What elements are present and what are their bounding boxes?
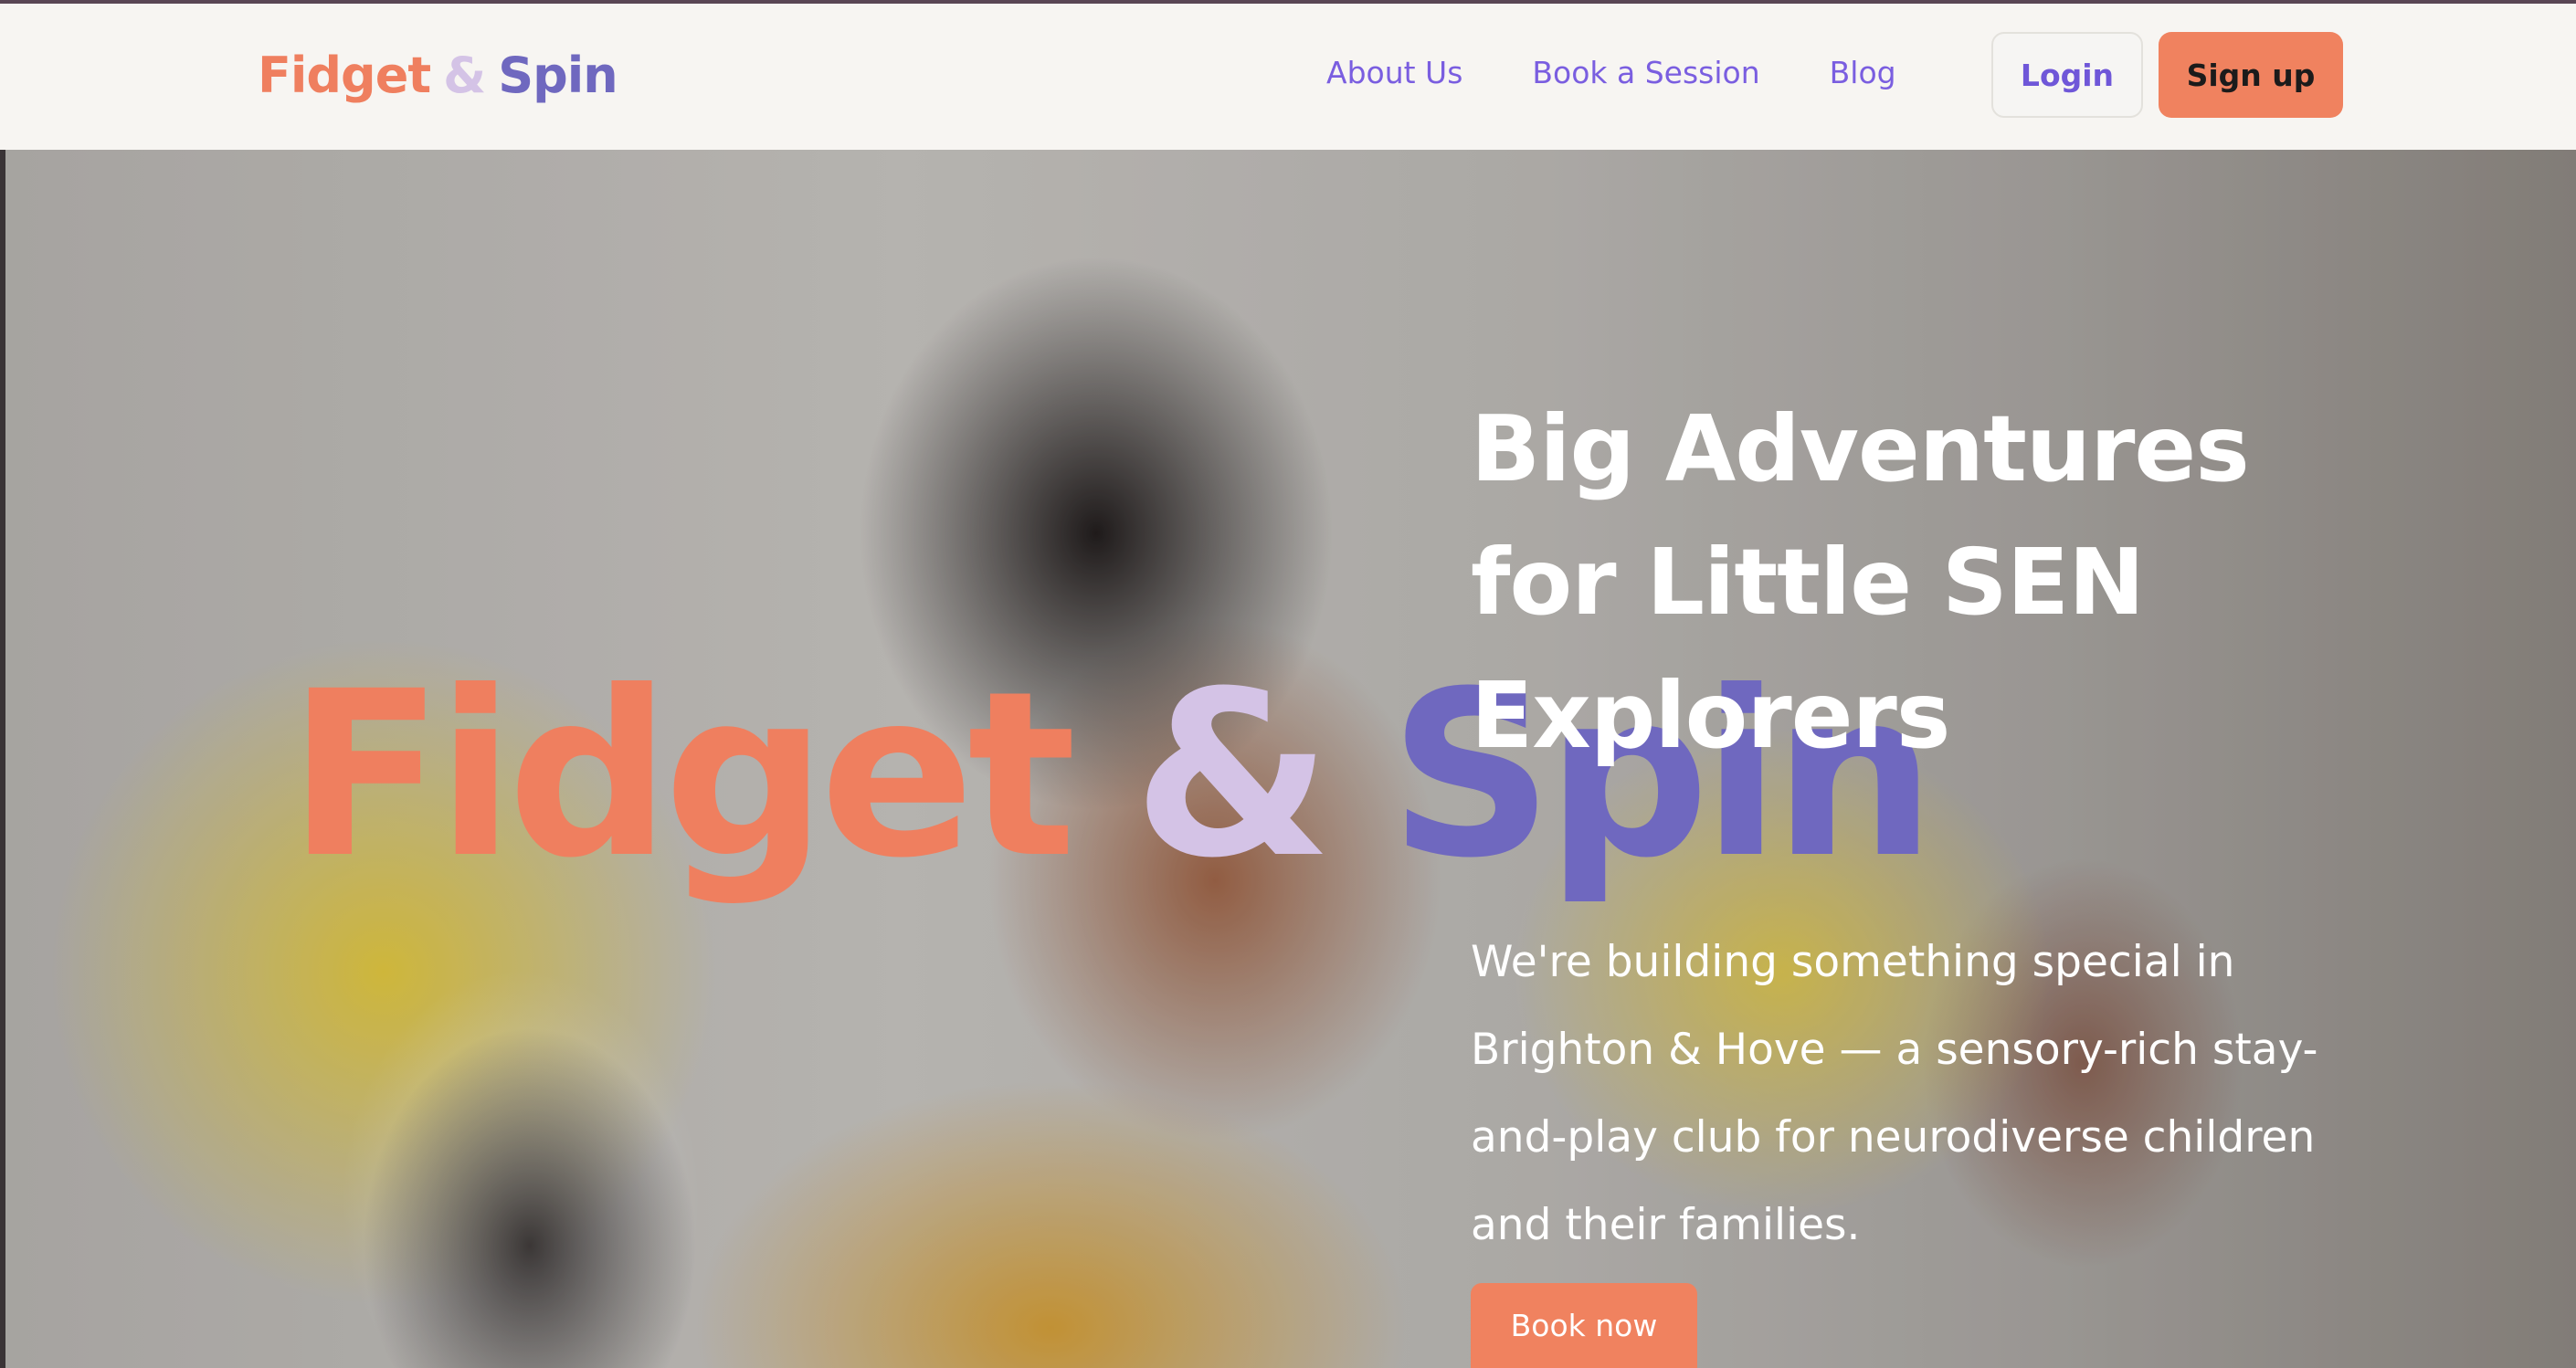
primary-nav: About Us Book a Session Blog [1326, 55, 1896, 90]
nav-link-blog[interactable]: Blog [1830, 55, 1896, 90]
signup-button[interactable]: Sign up [2159, 32, 2343, 118]
hero-section: Fidget & Spin Big Adventures for Little … [0, 150, 2576, 1368]
hero-logo-fidget: Fidget [288, 642, 1076, 908]
book-now-button[interactable]: Book now [1471, 1283, 1697, 1368]
hero-subtext: We're building something special in Brig… [1471, 937, 2318, 1250]
login-button[interactable]: Login [1991, 32, 2143, 118]
hero-logo-ampersand: & [1133, 642, 1332, 908]
hero-headline: Big Adventures for Little SEN Explorers [1471, 395, 2250, 769]
hero-left-edge [0, 150, 5, 1368]
logo-word-fidget: Fidget [258, 46, 431, 104]
site-logo[interactable]: Fidget & Spin [258, 38, 618, 111]
navbar: Fidget & Spin About Us Book a Session Bl… [0, 4, 2576, 150]
logo-word-spin: Spin [498, 46, 618, 104]
nav-link-book-a-session[interactable]: Book a Session [1532, 55, 1759, 90]
nav-link-about-us[interactable]: About Us [1326, 55, 1462, 90]
logo-ampersand: & [443, 46, 486, 104]
